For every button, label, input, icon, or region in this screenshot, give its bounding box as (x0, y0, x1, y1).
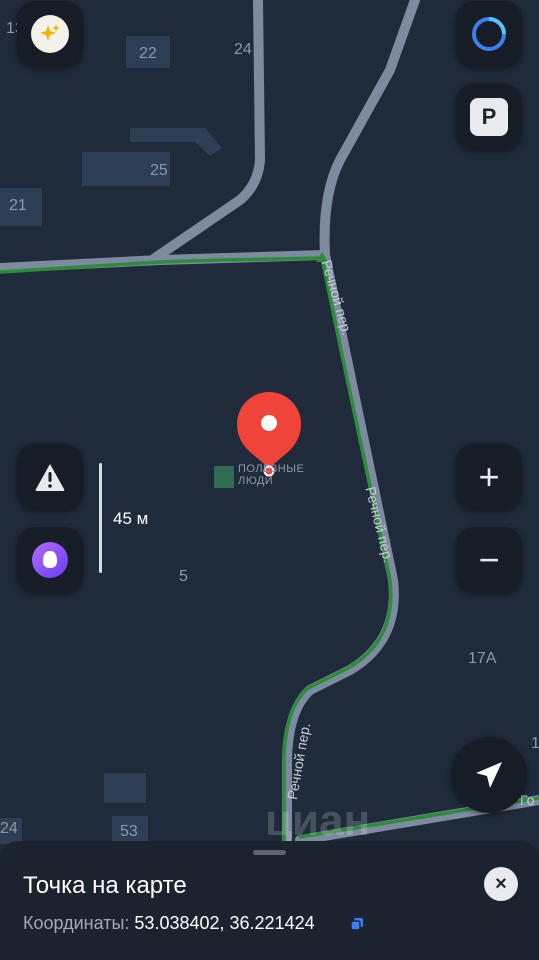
parking-icon: P (470, 98, 508, 136)
building-number: 24 (0, 820, 18, 837)
scale-bar (99, 463, 102, 573)
warning-icon (35, 464, 65, 491)
zoom-out-button[interactable]: − (456, 527, 522, 593)
parking-button[interactable]: P (456, 84, 522, 150)
assistant-button[interactable] (456, 1, 522, 67)
building (130, 128, 222, 156)
building-number: 5 (179, 568, 188, 585)
coordinates-label: Координаты: (23, 913, 130, 933)
poi-building (214, 466, 234, 488)
close-button[interactable]: × (484, 867, 518, 901)
building (104, 773, 146, 803)
sheet-title: Точка на карте (23, 872, 187, 899)
road (319, 0, 420, 260)
building-number: 25 (150, 162, 168, 179)
building-number: 24 (234, 41, 252, 58)
building-number: 17А (468, 650, 497, 667)
navigation-arrow-icon (476, 762, 502, 788)
road-event-button[interactable] (17, 444, 83, 510)
locate-me-button[interactable] (451, 737, 527, 813)
ring-icon (472, 17, 506, 51)
zoom-in-button[interactable]: + (456, 444, 522, 510)
poi-label[interactable]: ПОЛЕЗНЫЕ ЛЮДИ (238, 463, 304, 487)
building-number: 21 (9, 197, 27, 214)
street-label: Го (520, 792, 535, 808)
watermark-logo: циан (265, 796, 371, 845)
alice-button[interactable] (17, 527, 83, 593)
building-number: 22 (139, 45, 157, 62)
effects-button[interactable] (17, 1, 83, 67)
building-number: 53 (120, 823, 138, 840)
coordinates-value[interactable]: 53.038402, 36.221424 (134, 913, 314, 933)
copy-icon[interactable] (350, 917, 364, 931)
bottom-sheet[interactable]: Точка на карте × Координаты: 53.038402, … (0, 841, 539, 960)
scale-label: 45 м (113, 509, 149, 528)
sheet-drag-handle[interactable] (253, 850, 286, 855)
sparkles-icon (31, 15, 69, 53)
building-number: 1 (531, 735, 539, 752)
coordinates: Координаты: 53.038402, 36.221424 (23, 913, 315, 934)
alice-icon (32, 542, 68, 578)
